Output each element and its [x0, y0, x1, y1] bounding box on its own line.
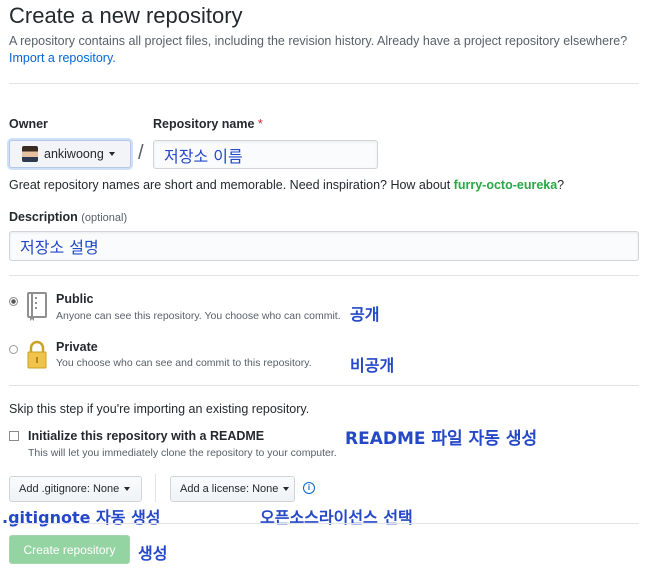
public-title: Public	[56, 292, 94, 306]
private-title: Private	[56, 340, 98, 354]
name-suggestion[interactable]: furry-octo-eureka	[454, 178, 558, 192]
readme-checkbox[interactable]	[9, 431, 19, 441]
public-radio[interactable]	[9, 297, 18, 306]
divider	[9, 275, 639, 276]
gitignore-label: Add .gitignore:	[19, 483, 90, 495]
create-repository-button[interactable]: Create repository	[9, 535, 130, 564]
private-annotation: 비공개	[350, 356, 395, 375]
chevron-down-icon	[283, 487, 290, 491]
public-description: Anyone can see this repository. You choo…	[56, 310, 341, 322]
divider	[9, 83, 639, 84]
readme-annotation: README 파일 자동 생성	[345, 429, 538, 449]
description-input[interactable]	[9, 231, 639, 261]
divider	[155, 474, 156, 502]
repo-book-icon	[27, 292, 47, 321]
license-label: Add a license:	[180, 483, 250, 495]
required-mark: *	[257, 117, 263, 131]
owner-name: ankiwoong	[44, 147, 104, 161]
license-value: None	[252, 483, 279, 495]
description-label: Description (optional)	[9, 210, 127, 224]
gitignore-annotation: .gitignote 자동 생성	[2, 508, 161, 527]
chevron-down-icon	[108, 152, 115, 156]
description-label-text: Description	[9, 210, 78, 224]
repo-name-hint: Great repository names are short and mem…	[9, 178, 564, 192]
divider	[9, 385, 639, 386]
hint-suffix: ?	[557, 178, 565, 192]
license-dropdown[interactable]: Add a license: None	[170, 476, 295, 502]
hint-text: Great repository names are short and mem…	[9, 178, 454, 192]
repo-name-label-text: Repository name	[153, 117, 255, 131]
import-repository-link[interactable]: Import a repository.	[9, 51, 116, 65]
page-subtitle: A repository contains all project files,…	[9, 34, 628, 48]
gitignore-dropdown[interactable]: Add .gitignore: None	[9, 476, 142, 502]
owner-label: Owner	[9, 117, 48, 131]
avatar	[22, 146, 38, 162]
private-description: You choose who can see and commit to thi…	[56, 357, 312, 369]
optional-tag: (optional)	[81, 212, 128, 224]
license-annotation: 오픈소스라이선스 선택	[260, 508, 413, 527]
lock-icon	[27, 340, 47, 369]
private-radio[interactable]	[9, 345, 18, 354]
owner-repo-separator: /	[138, 142, 144, 164]
readme-description: This will let you immediately clone the …	[28, 447, 337, 459]
public-annotation: 공개	[350, 305, 380, 324]
create-annotation: 생성	[138, 544, 168, 563]
readme-label[interactable]: Initialize this repository with a README	[28, 429, 264, 443]
page-title: Create a new repository	[9, 3, 243, 28]
info-icon[interactable]: i	[303, 482, 315, 494]
skip-step-text: Skip this step if you're importing an ex…	[9, 402, 310, 416]
chevron-down-icon	[124, 487, 131, 491]
repo-name-input[interactable]	[153, 140, 378, 169]
gitignore-value: None	[92, 483, 120, 495]
divider	[9, 523, 639, 524]
owner-dropdown[interactable]: ankiwoong	[9, 140, 131, 168]
repo-name-label: Repository name *	[153, 117, 263, 131]
